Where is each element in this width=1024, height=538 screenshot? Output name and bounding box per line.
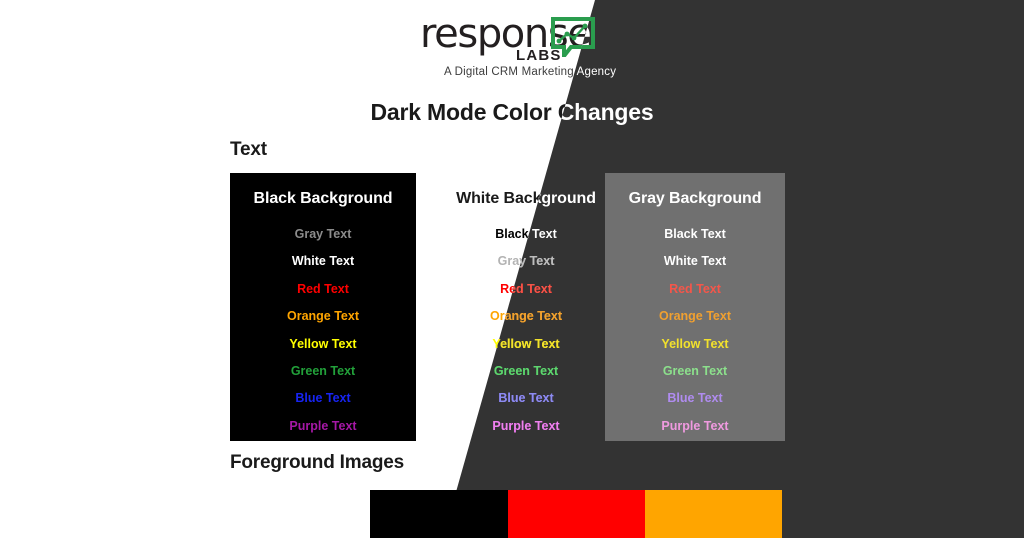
black-swatch	[370, 490, 508, 538]
color-row: Red Text	[297, 281, 349, 296]
foreground-image-swatches	[370, 490, 782, 538]
response-labs-logo: response LABS A Digital CRM Marketing Ag…	[420, 14, 616, 78]
color-row: Blue Text	[667, 391, 723, 406]
sample-box-gray-background-dark: Gray Background Black Text White Text Re…	[605, 173, 785, 441]
color-row-list: Gray Text White Text Red Text Orange Tex…	[230, 221, 416, 440]
orange-swatch	[645, 490, 782, 538]
color-row-list: Black Text White Text Red Text Orange Te…	[605, 221, 785, 440]
color-row: Yellow Text	[661, 336, 729, 351]
section-heading-text: Text	[230, 139, 267, 160]
section-heading-foreground-images: Foreground Images	[230, 452, 404, 473]
color-row: Orange Text	[286, 309, 359, 324]
color-row: Purple Text	[289, 418, 357, 433]
color-row: Purple Text	[661, 418, 729, 433]
sample-box-black-background: Black Background Gray Text White Text Re…	[230, 173, 416, 441]
color-row: Yellow Text	[289, 336, 357, 351]
color-row: Blue Text	[295, 391, 351, 406]
slide-canvas: response LABS A Digital CRM Marketing Ag…	[0, 0, 1024, 538]
color-row: Green Text	[290, 363, 356, 378]
color-row: Green Text	[662, 363, 728, 378]
color-row: Red Text	[669, 281, 721, 296]
color-row: Gray Text	[294, 227, 352, 241]
color-row: Black Text	[664, 227, 726, 241]
red-swatch	[508, 490, 645, 538]
color-row: White Text	[291, 254, 355, 269]
color-row: Orange Text	[658, 309, 731, 324]
sample-box-title: Gray Background	[628, 190, 762, 207]
color-row: White Text	[663, 254, 727, 269]
sample-box-title: Black Background	[253, 190, 393, 207]
